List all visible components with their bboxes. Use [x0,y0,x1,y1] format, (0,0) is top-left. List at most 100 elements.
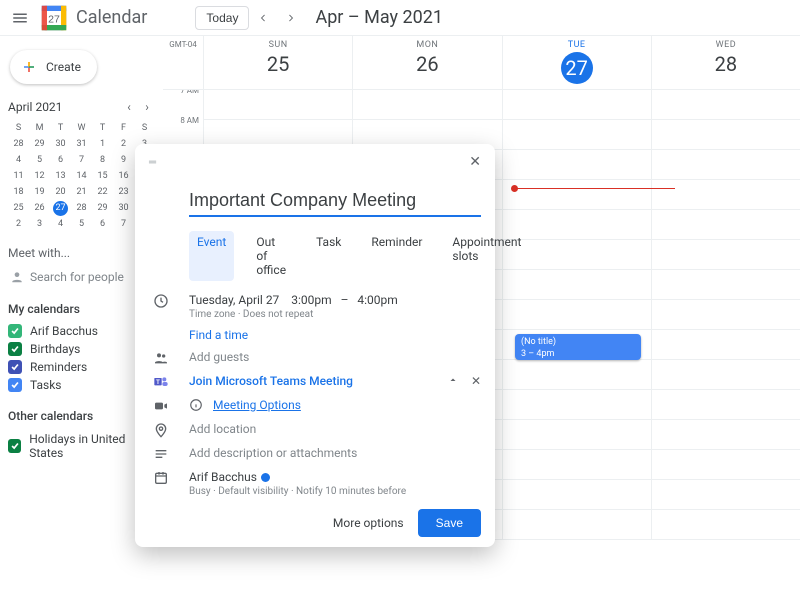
other-calendars-heading[interactable]: Other calendars + [8,408,155,424]
calendar-item[interactable]: Arif Bacchus [8,322,155,340]
hamburger-icon[interactable] [8,6,32,30]
mini-day[interactable]: 4 [8,152,29,168]
mini-day[interactable]: 20 [50,184,71,200]
tab-out-of-office[interactable]: Out of office [248,231,294,281]
tab-reminder[interactable]: Reminder [363,231,430,281]
mini-prev-button[interactable]: ‹ [121,100,137,114]
mini-day[interactable]: 28 [8,136,29,152]
tab-appointment-slots[interactable]: Appointment slots [444,231,529,281]
add-location-button[interactable]: Add location [189,422,256,436]
calendar-item[interactable]: Holidays in United States [8,430,155,462]
mini-calendar: SMTWTFS 28293031123456789101112131415161… [8,120,155,232]
mini-day[interactable]: 6 [92,216,113,232]
add-guests-button[interactable]: Add guests [189,350,249,364]
mini-day[interactable]: 18 [8,184,29,200]
mini-day[interactable]: 11 [8,168,29,184]
search-people-input[interactable]: Search for people [8,266,155,288]
mini-day[interactable]: 9 [113,152,134,168]
info-icon [189,398,203,412]
day-column[interactable] [502,90,651,540]
mini-day[interactable]: 7 [71,152,92,168]
remove-conference-button[interactable]: ✕ [471,374,481,388]
next-period-button[interactable] [279,6,303,30]
mini-day[interactable]: 1 [92,136,113,152]
event-datetime[interactable]: Tuesday, April 27 3:00pm – 4:00pm [189,293,398,307]
create-button[interactable]: Create [10,50,97,84]
people-icon [149,350,173,366]
organizer-sub: Busy · Default visibility · Notify 10 mi… [189,486,406,497]
day-column-header[interactable]: MON26 [352,36,501,89]
drag-handle-icon[interactable]: ═ [149,157,158,168]
mini-day[interactable]: 5 [71,216,92,232]
today-button[interactable]: Today [195,6,249,30]
mini-dow: S [8,120,29,136]
mini-day[interactable]: 14 [71,168,92,184]
calendar-item[interactable]: Birthdays [8,340,155,358]
period-label: Apr – May 2021 [315,7,443,28]
mini-day[interactable]: 3 [29,216,50,232]
close-button[interactable]: ✕ [469,154,481,170]
event-type-tabs: EventOut of officeTaskReminderAppointmen… [189,231,481,281]
mini-day[interactable]: 27 [50,200,71,216]
event-title-input[interactable] [189,188,481,217]
mini-day[interactable]: 2 [8,216,29,232]
mini-day[interactable]: 23 [113,184,134,200]
calendar-logo-icon: 27 [40,4,68,32]
teams-join-link[interactable]: Join Microsoft Teams Meeting [189,374,353,388]
mini-day[interactable]: 19 [29,184,50,200]
my-calendars-heading[interactable]: My calendars [8,302,155,316]
day-column[interactable] [651,90,800,540]
add-description-button[interactable]: Add description or attachments [189,446,357,460]
mini-day[interactable]: 6 [50,152,71,168]
calendar-item[interactable]: Tasks [8,376,155,394]
mini-day[interactable]: 7 [113,216,134,232]
day-column-header[interactable]: SUN25 [203,36,352,89]
organizer-row[interactable]: Arif Bacchus [189,470,406,484]
person-icon [10,270,24,284]
now-indicator [515,188,675,189]
mini-day[interactable]: 29 [92,200,113,216]
svg-text:T: T [156,380,160,386]
mini-day[interactable]: 26 [29,200,50,216]
event-time-sub: Time zone · Does not repeat [189,309,398,320]
mini-day[interactable]: 21 [71,184,92,200]
search-placeholder: Search for people [30,270,124,284]
mini-day[interactable]: 16 [113,168,134,184]
mini-day[interactable]: 15 [92,168,113,184]
collapse-conference-button[interactable] [447,374,459,388]
mini-day[interactable]: 25 [8,200,29,216]
mini-day[interactable]: 4 [50,216,71,232]
save-button[interactable]: Save [418,509,481,537]
calendar-icon [149,470,173,486]
day-column-header[interactable]: TUE27 [502,36,651,89]
mini-day[interactable]: 8 [92,152,113,168]
mini-day[interactable]: 31 [71,136,92,152]
period-nav [249,6,305,30]
clock-icon [149,293,173,309]
plus-icon [20,58,38,76]
mini-day[interactable]: 30 [50,136,71,152]
find-a-time-link[interactable]: Find a time [189,328,248,342]
timezone-label: GMT-04 [163,36,203,89]
calendar-item[interactable]: Reminders [8,358,155,376]
mini-day[interactable]: 30 [113,200,134,216]
meeting-options-link[interactable]: Meeting Options [213,398,301,412]
mini-day[interactable]: 13 [50,168,71,184]
event-chip[interactable]: (No title) 3 – 4pm [515,334,641,360]
mini-day[interactable]: 12 [29,168,50,184]
more-options-button[interactable]: More options [333,516,404,530]
description-icon [149,446,173,462]
day-column-header[interactable]: WED28 [651,36,800,89]
mini-day[interactable]: 5 [29,152,50,168]
mini-next-button[interactable]: › [139,100,155,114]
tab-task[interactable]: Task [308,231,349,281]
mini-day[interactable]: 28 [71,200,92,216]
checkbox-icon [8,439,21,453]
prev-period-button[interactable] [251,6,275,30]
mini-day[interactable]: 2 [113,136,134,152]
mini-day[interactable]: 29 [29,136,50,152]
tab-event[interactable]: Event [189,231,234,281]
mini-day[interactable]: 22 [92,184,113,200]
calendar-label: Tasks [30,378,62,392]
day-of-month: 25 [204,52,352,76]
